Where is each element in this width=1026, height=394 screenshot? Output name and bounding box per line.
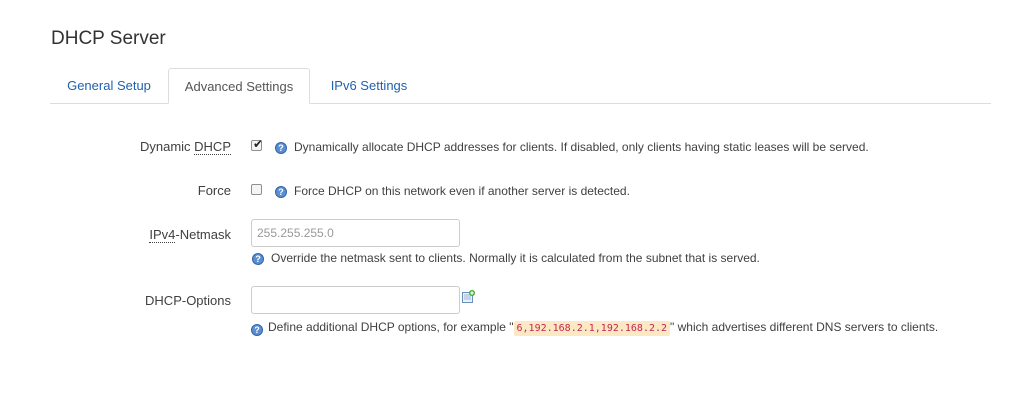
dhcp-options-description-after: " which advertises different DNS servers… [670,320,939,334]
dhcp-options-input[interactable] [251,286,460,314]
tab-ipv6-settings[interactable]: IPv6 Settings [310,68,428,103]
dhcp-options-description: ? Define additional DHCP options, for exa… [251,317,991,339]
ipv4-abbr: IPv4 [149,227,176,243]
force-description: Force DHCP on this network even if anoth… [294,184,630,198]
tab-advanced-settings[interactable]: Advanced Settings [168,68,310,104]
tab-general-setup[interactable]: General Setup [50,68,168,103]
page-title: DHCP Server [51,28,166,49]
help-icon: ? [275,186,287,198]
netmask-label-suffix: -Netmask [175,227,231,242]
help-icon: ? [252,253,264,265]
add-entry-icon[interactable] [462,290,475,303]
dynamic-dhcp-label-prefix: Dynamic [139,139,195,154]
ipv4-netmask-input[interactable] [251,219,460,247]
force-label: Force [197,183,231,198]
tab-bar: General Setup Advanced Settings IPv6 Set… [50,68,991,104]
dynamic-dhcp-label: Dynamic DHCP [139,139,231,155]
dhcp-options-description-before: Define additional DHCP options, for exam… [268,320,514,334]
ipv4-netmask-description: Override the netmask sent to clients. No… [271,251,760,265]
dynamic-dhcp-checkbox[interactable]: ✔ [251,137,264,151]
help-icon: ? [251,324,263,336]
dynamic-dhcp-description: Dynamically allocate DHCP addresses for … [294,140,869,154]
example-code: 6,192.168.2.1,192.168.2.2 [513,321,671,336]
dhcp-options-label: DHCP-Options [145,293,231,308]
checkmark-icon: ✔ [253,137,264,151]
force-checkbox[interactable] [251,184,262,195]
help-icon: ? [275,142,287,154]
ipv4-netmask-label: IPv4-Netmask [149,227,231,243]
dhcp-abbr: DHCP [194,139,231,155]
